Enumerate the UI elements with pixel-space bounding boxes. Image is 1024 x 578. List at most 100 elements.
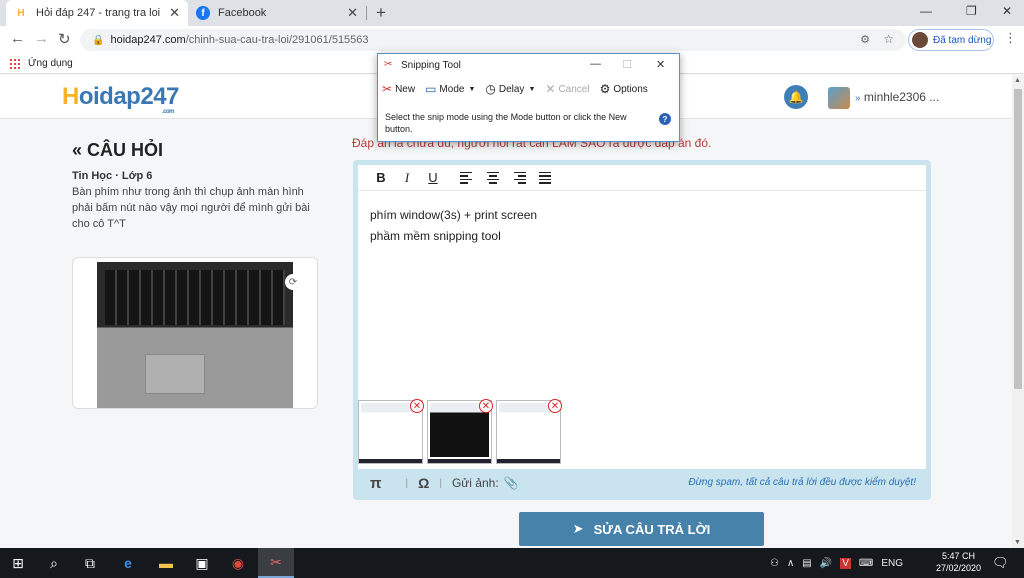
browser-toolbar: ← → ↻ 🔒 hoidap247.com/chinh-sua-cau-tra-…	[0, 26, 1024, 54]
clock[interactable]: 5:47 CH 27/02/2020	[936, 550, 981, 574]
snipping-tool-titlebar[interactable]: ✂ Snipping Tool	[378, 54, 679, 76]
restore-icon[interactable]: ❐	[966, 4, 977, 18]
apps-link[interactable]: Ứng dụng	[28, 58, 73, 69]
mode-button[interactable]: ▭ Mode ▼	[425, 82, 475, 96]
clock-icon: ◷	[485, 82, 496, 96]
attached-image[interactable]: ✕	[496, 399, 562, 464]
search-icon[interactable]: ⌕	[36, 548, 72, 578]
profile-button[interactable]: Đã tạm dừng	[908, 29, 994, 51]
question-body: Bàn phím như trong ảnh thì chụp ảnh màn …	[72, 186, 310, 230]
attached-image[interactable]: ✕	[427, 399, 493, 464]
windows-start-icon[interactable]: ⊞	[0, 548, 36, 578]
tab-facebook[interactable]: f Facebook ✕	[188, 0, 366, 26]
scrollbar-thumb[interactable]	[1014, 89, 1022, 389]
editor-footer: π | Ω | Gửi ảnh: 📎 Đừng spam, tất cả câu…	[358, 471, 926, 495]
page-scrollbar[interactable]: ▲ ▼	[1012, 75, 1024, 548]
url-path: /chinh-sua-cau-tra-loi/291061/515563	[185, 34, 369, 46]
help-icon[interactable]: ?	[659, 113, 671, 125]
scroll-down-icon[interactable]: ▼	[1014, 539, 1021, 546]
align-center-icon[interactable]	[480, 171, 506, 184]
user-menu[interactable]: » minhle2306 ...	[855, 90, 939, 104]
minimize-icon[interactable]: —	[590, 58, 601, 70]
remove-image-icon[interactable]: ✕	[479, 399, 493, 413]
close-icon[interactable]: ✕	[169, 6, 180, 20]
forward-arrow-icon[interactable]: →	[34, 30, 49, 47]
answer-text[interactable]: phím window(3s) + print screen phầm mềm …	[358, 191, 926, 261]
task-view-icon[interactable]: ⧉	[72, 548, 108, 578]
justify-icon[interactable]	[532, 171, 558, 184]
close-icon[interactable]: ✕	[656, 58, 665, 71]
site-settings-icon[interactable]: ⚙	[860, 33, 870, 46]
italic-button[interactable]: I	[394, 170, 420, 186]
window-close-icon[interactable]: ✕	[1002, 4, 1012, 18]
url-host: hoidap247.com	[110, 34, 186, 46]
question-image-card[interactable]: ⟳	[72, 257, 318, 409]
align-right-icon[interactable]	[506, 171, 532, 184]
question-subject: Tin Học · Lớp 6	[72, 170, 153, 182]
rotate-icon[interactable]: ⟳	[285, 274, 301, 290]
align-left-icon[interactable]	[454, 171, 480, 184]
hoidap247-logo[interactable]: Hoidap247 .com	[62, 83, 179, 115]
answer-line: phầm mềm snipping tool	[370, 229, 501, 243]
bookmark-star-icon[interactable]: ☆	[883, 32, 894, 46]
submit-answer-button[interactable]: ➤ SỬA CÂU TRẢ LỜI	[519, 512, 764, 546]
bell-icon[interactable]: 🔔	[784, 85, 808, 109]
bold-button[interactable]: B	[368, 170, 394, 185]
file-explorer-icon[interactable]: ▬	[148, 548, 184, 578]
window-title: Snipping Tool	[401, 59, 461, 71]
hoidap-favicon-icon: H	[17, 7, 25, 19]
tab-divider	[366, 6, 367, 20]
chevron-down-icon: ▼	[528, 85, 536, 93]
apps-grid-icon[interactable]	[10, 58, 20, 69]
chrome-icon[interactable]: ◉	[220, 548, 256, 578]
antivirus-icon[interactable]: V	[840, 557, 851, 569]
user-avatar[interactable]	[828, 87, 850, 109]
tab-hoidap247[interactable]: H Hỏi đáp 247 - trang tra loi ✕	[6, 0, 188, 26]
answer-line: phím window(3s) + print screen	[370, 208, 538, 222]
delay-button[interactable]: ◷ Delay ▼	[485, 82, 535, 96]
question-heading[interactable]: « CÂU HỎI	[72, 140, 163, 161]
browser-tab-strip: H Hỏi đáp 247 - trang tra loi ✕ f Facebo…	[0, 0, 1024, 26]
snipping-tool-window: ✂ Snipping Tool — ☐ ✕ ✂ New ▭ Mode ▼ ◷ Delay…	[377, 53, 680, 142]
close-icon[interactable]: ✕	[347, 6, 358, 20]
new-tab-button[interactable]: +	[376, 3, 386, 23]
minimize-icon[interactable]: —	[920, 4, 932, 18]
attached-images: ✕ ✕ ✕	[358, 399, 562, 464]
windows-taskbar: ⊞ ⌕ ⧉ e ▬ ▣ ◉ ✂ ⚇ ∧ ▤ 🔊 V ⌨ ENG 5:47 CH …	[0, 548, 1024, 578]
people-icon[interactable]: ⚇	[770, 558, 779, 569]
language-indicator[interactable]: ENG	[881, 558, 903, 569]
lock-icon: 🔒	[92, 34, 105, 46]
gear-icon: ⚙	[599, 82, 611, 96]
reload-icon[interactable]: ↻	[58, 30, 71, 48]
x-icon: ✕	[545, 82, 556, 96]
network-icon[interactable]: ▤	[802, 558, 811, 569]
attached-image[interactable]: ✕	[358, 399, 424, 464]
tab-title: Hỏi đáp 247 - trang tra loi	[36, 7, 161, 19]
store-icon[interactable]: ▣	[184, 548, 220, 578]
tab-title: Facebook	[218, 7, 267, 19]
chevron-down-icon: ▼	[468, 85, 476, 93]
new-snip-icon: ✂	[382, 82, 393, 96]
volume-icon[interactable]: 🔊	[820, 558, 832, 569]
scroll-up-icon[interactable]: ▲	[1014, 77, 1021, 84]
remove-image-icon[interactable]: ✕	[410, 399, 424, 413]
omega-symbol-button[interactable]: Ω	[418, 475, 429, 491]
snipping-toolbar: ✂ New ▭ Mode ▼ ◷ Delay ▼ ✕ Cancel ⚙ Options	[378, 76, 679, 102]
underline-button[interactable]: U	[420, 170, 446, 185]
scissors-icon: ✂	[384, 59, 393, 70]
keyboard-icon[interactable]: ⌨	[859, 558, 873, 569]
menu-kebab-icon[interactable]: ⋮	[1004, 30, 1017, 46]
paperclip-icon[interactable]: 📎	[504, 476, 519, 490]
remove-image-icon[interactable]: ✕	[548, 399, 562, 413]
mode-icon: ▭	[425, 82, 437, 96]
math-pi-button[interactable]: π	[370, 475, 381, 492]
address-bar[interactable]: 🔒 hoidap247.com/chinh-sua-cau-tra-loi/29…	[80, 29, 906, 51]
notification-icon[interactable]: 🗨	[992, 555, 1009, 571]
back-arrow-icon[interactable]: ←	[10, 30, 25, 47]
keyboard-photo[interactable]	[97, 262, 293, 408]
new-snip-button[interactable]: ✂ New	[382, 82, 415, 96]
options-button[interactable]: ⚙ Options	[600, 82, 648, 96]
chevron-up-icon[interactable]: ∧	[787, 558, 794, 569]
snipping-tool-taskbar-icon[interactable]: ✂	[258, 548, 294, 578]
edge-icon[interactable]: e	[110, 548, 146, 578]
